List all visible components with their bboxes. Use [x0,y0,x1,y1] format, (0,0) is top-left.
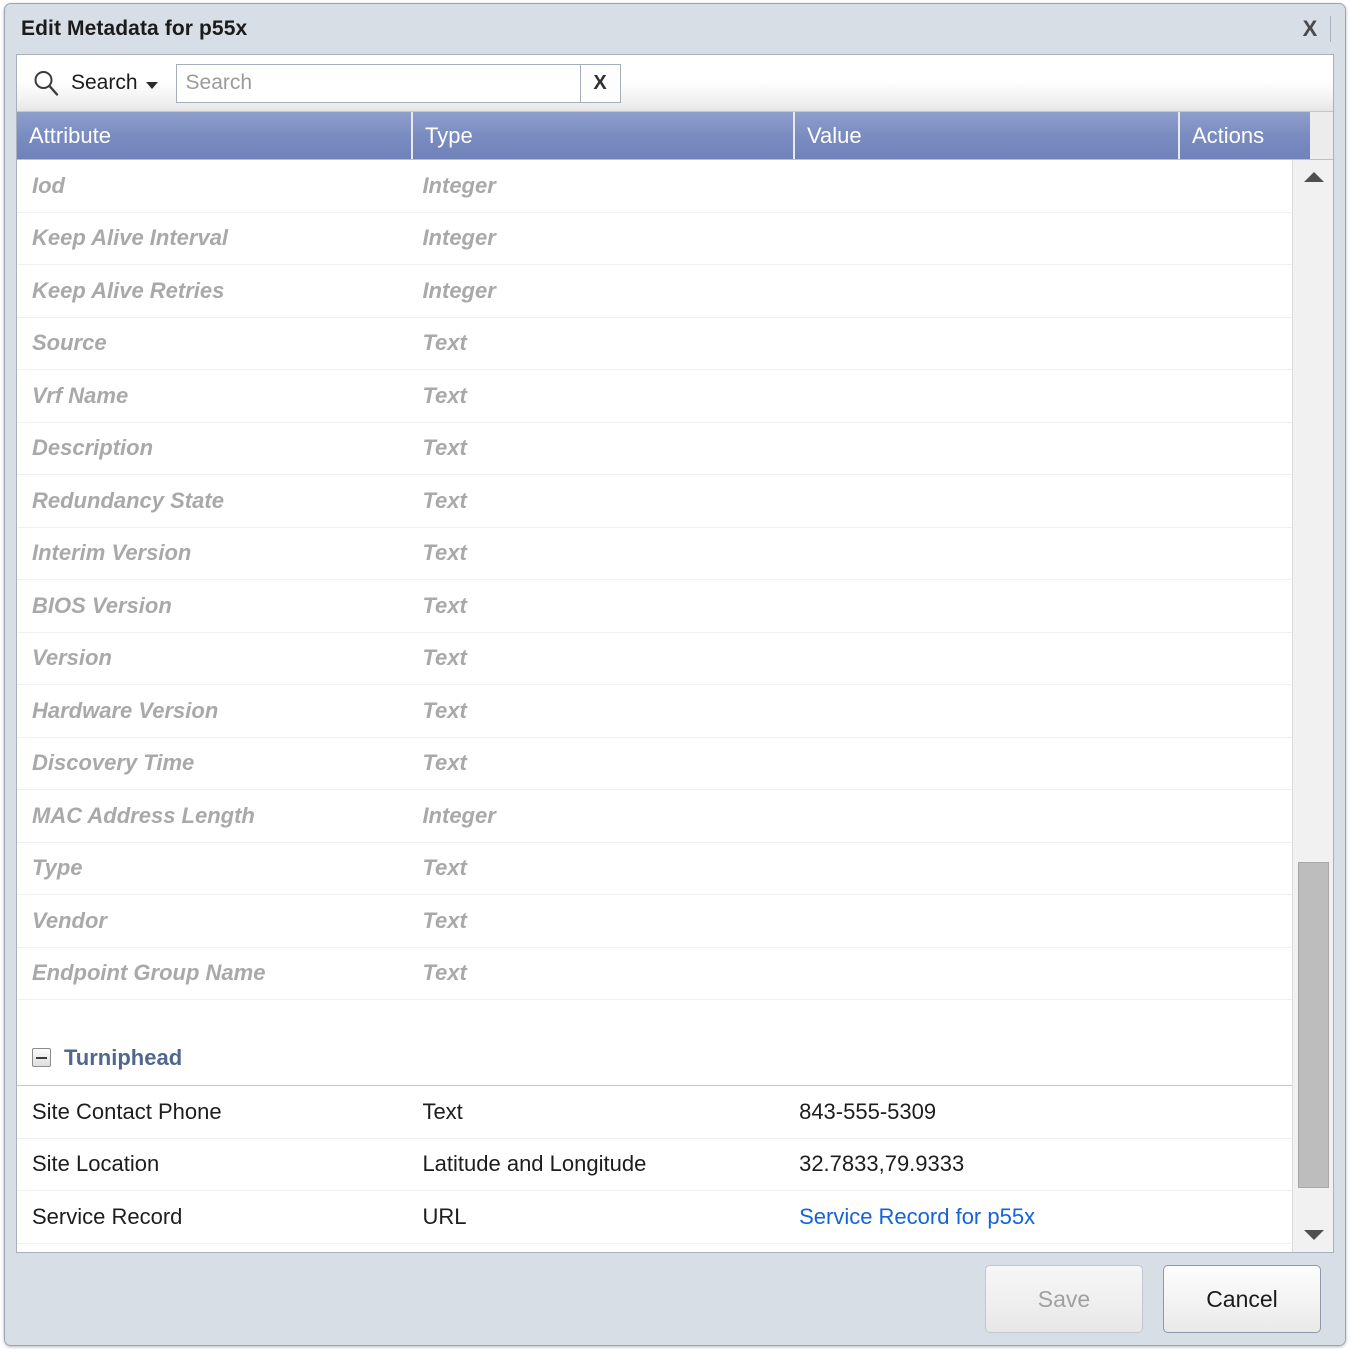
table-row: Description Text [17,422,1292,475]
cell-type: Integer [422,277,496,303]
cell-attribute: BIOS Version [32,592,172,618]
search-toolbar: Search X [17,55,1333,112]
scroll-down-arrow-icon[interactable] [1293,1218,1333,1252]
metadata-panel: Search X Attribute Type Value Actions Io… [16,54,1334,1253]
cell-type: Text [422,540,467,566]
group-spacer [17,1000,1292,1030]
cell-attribute: Vendor [32,907,107,933]
cell-attribute: Discovery Time [32,750,195,776]
cell-attribute: Service Record [32,1203,183,1229]
table-row: BIOS Version Text [17,580,1292,633]
group-name-label: Turniphead [64,1044,183,1070]
table-row: Discovery Time Text [17,737,1292,790]
column-header-attribute[interactable]: Attribute [17,112,413,159]
table-row: Source Text [17,317,1292,370]
cell-type: Text [422,855,467,881]
table-row[interactable]: Site Contact Phone Text 843-555-5309 [17,1086,1292,1139]
clear-search-button[interactable]: X [579,63,621,103]
table-row: Type Text [17,842,1292,895]
cell-attribute: Keep Alive Interval [32,225,229,251]
edit-metadata-dialog: Edit Metadata for p55x X Search X Attrib… [4,3,1346,1346]
dialog-titlebar: Edit Metadata for p55x X [5,4,1345,54]
cell-attribute: Endpoint Group Name [32,960,266,986]
search-icon[interactable] [31,68,61,98]
table-row: Redundancy State Text [17,475,1292,528]
search-input[interactable] [175,63,580,103]
cell-value: 32.7833,79.9333 [799,1151,965,1177]
grid-body: Iod Integer Keep Alive Interval Integer Keep… [17,160,1333,1252]
save-button[interactable]: Save [985,1265,1143,1333]
cell-attribute: MAC Address Length [32,802,255,828]
cell-value[interactable]: Service Record for p55x [784,1204,1164,1230]
grid-rows: Iod Integer Keep Alive Interval Integer Keep… [17,160,1292,1252]
cell-type: Text [422,1098,463,1124]
table-row: Endpoint Group Name Text [17,947,1292,1000]
cell-attribute: Description [32,435,154,461]
collapse-minus-icon[interactable] [32,1048,51,1067]
cell-type: Integer [422,172,496,198]
cell-type: Text [422,697,467,723]
cell-type: Text [422,382,467,408]
cell-attribute: Hardware Version [32,697,219,723]
cell-attribute: Site Location [32,1151,160,1177]
table-row: Vendor Text [17,895,1292,948]
table-row: Keep Alive Retries Integer [17,265,1292,318]
cancel-button[interactable]: Cancel [1163,1265,1321,1333]
cell-attribute: Version [32,645,112,671]
cell-attribute: Keep Alive Retries [32,277,225,303]
cell-type: Text [422,592,467,618]
grid-header-row: Attribute Type Value Actions [17,112,1333,160]
cell-attribute: Vrf Name [32,382,129,408]
column-header-actions[interactable]: Actions [1180,112,1310,159]
scrollbar-thumb[interactable] [1298,862,1329,1188]
cell-attribute: Iod [32,172,65,198]
table-row: Version Text [17,632,1292,685]
cell-attribute: Source [32,330,107,356]
table-row: Vrf Name Text [17,370,1292,423]
table-row: Keep Alive Interval Integer [17,212,1292,265]
dialog-title: Edit Metadata for p55x [21,17,248,40]
cell-attribute: Redundancy State [32,487,224,513]
column-header-value[interactable]: Value [795,112,1180,159]
scroll-up-arrow-icon[interactable] [1293,160,1333,194]
cell-attribute: Type [32,855,83,881]
cell-type: Text [422,330,467,356]
cell-attribute: Interim Version [32,540,192,566]
dialog-footer: Save Cancel [5,1253,1345,1345]
cell-type: Integer [422,802,496,828]
table-row: Hardware Version Text [17,685,1292,738]
cell-type: Latitude and Longitude [422,1151,647,1177]
cell-type: Integer [422,225,496,251]
value-link[interactable]: Service Record for p55x [799,1204,1035,1229]
cell-type: Text [422,645,467,671]
cell-type: Text [422,960,467,986]
chevron-down-icon[interactable] [145,81,158,89]
cell-type: Text [422,907,467,933]
cell-attribute: Site Contact Phone [32,1098,222,1124]
column-header-filler [1310,112,1333,159]
cell-type: Text [422,435,467,461]
vertical-scrollbar[interactable] [1292,160,1333,1252]
close-icon[interactable]: X [1297,15,1323,43]
cell-value: 843-555-5309 [799,1098,937,1124]
table-row: Iod Integer [17,160,1292,213]
cell-type: Text [422,750,467,776]
column-header-type[interactable]: Type [413,112,795,159]
cell-type: URL [422,1203,467,1229]
table-row: MAC Address Length Integer [17,790,1292,843]
table-row[interactable]: Service Record URL Service Record for p55x [17,1191,1292,1244]
table-row: Interim Version Text [17,527,1292,580]
table-row[interactable]: Site Location Latitude and Longitude 32.78… [17,1138,1292,1191]
search-dropdown-label[interactable]: Search [71,71,138,95]
group-header-row[interactable]: Turniphead [17,1030,1292,1086]
titlebar-divider [1330,16,1331,42]
cell-type: Text [422,487,467,513]
search-field-group: X [175,63,621,103]
